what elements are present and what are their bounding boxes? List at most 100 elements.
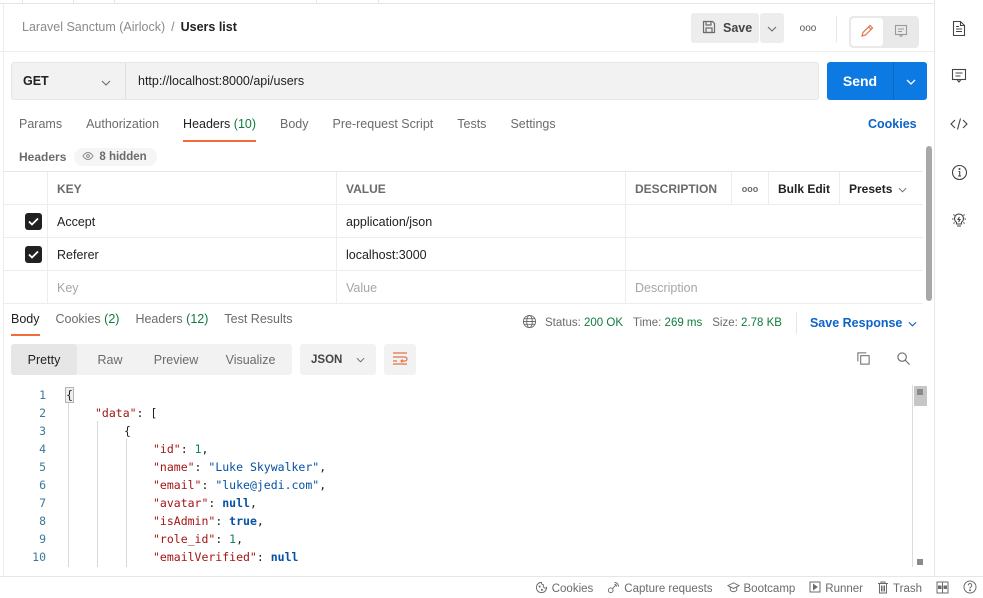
tab-settings[interactable]: Settings bbox=[510, 117, 555, 141]
tab-response-headers[interactable]: Headers (12) bbox=[135, 312, 208, 334]
tab-count: (2) bbox=[104, 312, 120, 326]
statusbar-runner[interactable]: Runner bbox=[809, 581, 863, 596]
response-status[interactable]: Status: 200 OK bbox=[545, 317, 623, 329]
time-value: 269 ms bbox=[664, 317, 703, 329]
statusbar-label: Trash bbox=[893, 582, 922, 595]
tab-body[interactable]: Body bbox=[280, 117, 309, 141]
column-options-button[interactable]: ooo bbox=[731, 172, 768, 205]
response-size[interactable]: Size: 2.78 KB bbox=[712, 317, 782, 329]
tab-headers[interactable]: Headers (10) bbox=[183, 117, 256, 142]
search-button[interactable] bbox=[892, 350, 914, 370]
two-pane-toggle[interactable] bbox=[936, 581, 949, 597]
row-enabled-checkbox[interactable] bbox=[25, 213, 42, 230]
scroll-down-arrow[interactable] bbox=[917, 559, 923, 565]
request-scrollbar[interactable] bbox=[926, 146, 932, 301]
comment-mode-button[interactable] bbox=[885, 18, 917, 46]
scroll-up-arrow[interactable] bbox=[917, 389, 923, 395]
header-value[interactable]: application/json bbox=[336, 205, 625, 238]
response-time[interactable]: Time: 269 ms bbox=[633, 317, 702, 329]
header-key[interactable]: Accept bbox=[47, 205, 336, 238]
tab-response-body[interactable]: Body bbox=[11, 312, 40, 336]
globe-icon[interactable] bbox=[522, 314, 537, 332]
tab-tests[interactable]: Tests bbox=[457, 117, 486, 141]
edit-mode-button[interactable] bbox=[851, 18, 883, 46]
header-key[interactable]: Referer bbox=[47, 238, 336, 271]
info-icon[interactable] bbox=[949, 162, 969, 182]
more-icon: ooo bbox=[799, 22, 817, 34]
wrap-lines-button[interactable] bbox=[384, 344, 416, 375]
comment-icon bbox=[893, 23, 909, 42]
code-token: : bbox=[215, 532, 230, 546]
headers-title: Headers bbox=[19, 150, 67, 164]
row-enabled-checkbox[interactable] bbox=[25, 246, 42, 263]
format-select[interactable]: JSON bbox=[300, 344, 376, 375]
check-icon bbox=[28, 215, 39, 229]
code-token: : bbox=[180, 442, 195, 456]
code-token: "emailVerified" bbox=[153, 550, 257, 564]
response-body-editor[interactable]: 1{2 "data": [3{4 "id": 1, 5 "name": "Luke Sk… bbox=[4, 385, 929, 567]
help-button[interactable] bbox=[963, 580, 977, 597]
tab-pre-request-script[interactable]: Pre-request Script bbox=[333, 117, 434, 141]
code-line: 10 "emailVerified": null bbox=[4, 548, 904, 566]
wrap-icon bbox=[392, 351, 408, 368]
line-number: 7 bbox=[39, 496, 46, 510]
divider bbox=[836, 16, 837, 42]
statusbar-capture-requests[interactable]: Capture requests bbox=[607, 581, 713, 597]
more-actions-button[interactable]: ooo bbox=[796, 16, 820, 40]
send-button[interactable]: Send bbox=[827, 62, 893, 100]
chevron-down-icon bbox=[356, 354, 365, 366]
code-icon[interactable] bbox=[949, 114, 969, 134]
status-label: Status: bbox=[545, 317, 581, 329]
size-value: 2.78 KB bbox=[741, 317, 782, 329]
view-pretty[interactable]: Pretty bbox=[11, 344, 77, 375]
tab-response-cookies[interactable]: Cookies (2) bbox=[56, 312, 120, 334]
save-options-dropdown[interactable] bbox=[760, 13, 784, 43]
statusbar-trash[interactable]: Trash bbox=[877, 581, 922, 597]
save-response-button[interactable]: Save Response bbox=[810, 316, 917, 330]
code-content: "emailVerified": null bbox=[153, 548, 298, 566]
code-content: "email": "luke@jedi.com", bbox=[153, 476, 326, 494]
send-options-dropdown[interactable] bbox=[894, 62, 927, 100]
breadcrumb-collection[interactable]: Laravel Sanctum (Airlock) bbox=[22, 20, 165, 34]
cookies-link[interactable]: Cookies bbox=[868, 117, 917, 131]
documentation-icon[interactable] bbox=[949, 18, 969, 38]
header-description[interactable] bbox=[625, 205, 923, 238]
code-token: "email" bbox=[153, 478, 202, 492]
lightbulb-icon[interactable] bbox=[949, 210, 969, 230]
header-description[interactable] bbox=[625, 238, 923, 271]
code-token: null bbox=[270, 550, 299, 564]
method-select[interactable]: GET bbox=[11, 62, 126, 100]
new-key-input[interactable]: Key bbox=[47, 271, 336, 304]
copy-button[interactable] bbox=[852, 350, 874, 370]
statusbar-bootcamp[interactable]: Bootcamp bbox=[726, 581, 795, 597]
code-line: 1{ bbox=[4, 386, 904, 404]
code-content: { bbox=[124, 422, 131, 440]
column-value: VALUE bbox=[336, 172, 625, 205]
time-label: Time: bbox=[633, 317, 662, 329]
new-description-input[interactable]: Description bbox=[625, 271, 923, 304]
code-token: "luke@jedi.com" bbox=[215, 478, 320, 492]
breadcrumb-request-name[interactable]: Users list bbox=[181, 20, 237, 34]
url-input[interactable]: http://localhost:8000/api/users bbox=[126, 62, 819, 100]
presets-dropdown[interactable]: Presets bbox=[839, 172, 923, 205]
hidden-headers-toggle[interactable]: 8 hidden bbox=[74, 148, 157, 166]
tab-test-results[interactable]: Test Results bbox=[224, 312, 292, 334]
editor-scrollbar[interactable] bbox=[912, 385, 927, 567]
save-button[interactable]: Save bbox=[691, 13, 759, 43]
header-value[interactable]: localhost:3000 bbox=[336, 238, 625, 271]
tab-params[interactable]: Params bbox=[19, 117, 62, 141]
view-raw[interactable]: Raw bbox=[77, 344, 143, 375]
statusbar-cookies[interactable]: Cookies bbox=[535, 581, 593, 597]
bulk-edit-button[interactable]: Bulk Edit bbox=[768, 172, 839, 205]
divider bbox=[795, 312, 797, 334]
tab-authorization[interactable]: Authorization bbox=[86, 117, 159, 141]
chevron-down-icon bbox=[906, 74, 916, 88]
tab-label: Test Results bbox=[224, 312, 293, 326]
comments-icon[interactable] bbox=[949, 66, 969, 86]
view-preview[interactable]: Preview bbox=[143, 344, 209, 375]
new-value-input[interactable]: Value bbox=[336, 271, 625, 304]
code-token: , bbox=[319, 460, 327, 474]
response-meta: Status: 200 OK Time: 269 ms Size: 2.78 K… bbox=[522, 312, 917, 334]
code-token: "name" bbox=[153, 460, 195, 474]
view-visualize[interactable]: Visualize bbox=[209, 344, 292, 375]
